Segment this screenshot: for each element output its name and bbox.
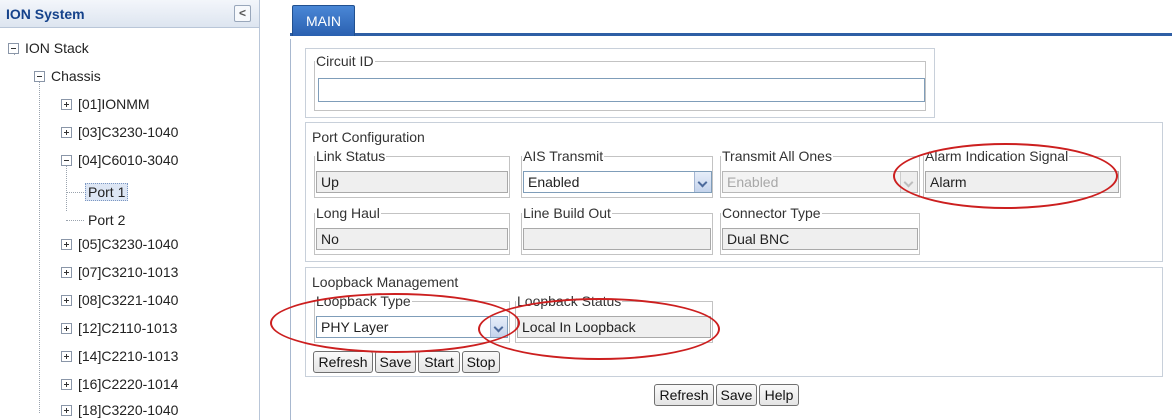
loopback-start-button[interactable]: Start (418, 351, 460, 373)
tree-node-16[interactable]: [16]C2220-1014 (61, 374, 181, 394)
plus-box-icon[interactable] (61, 322, 72, 334)
tab-main[interactable]: MAIN (292, 5, 355, 36)
link-status-value: Up (316, 171, 508, 193)
loopback-type-value: PHY Layer (321, 319, 389, 335)
tree-node-14[interactable]: [14]C2210-1013 (61, 346, 181, 366)
port-config-title: Port Configuration (312, 129, 425, 145)
loopback-title: Loopback Management (312, 274, 459, 290)
link-status-label: Link Status (316, 148, 386, 164)
minus-box-icon[interactable] (61, 154, 72, 166)
alarm-indication-label: Alarm Indication Signal (925, 148, 1069, 164)
tree-node-08[interactable]: [08]C3221-1040 (61, 290, 181, 310)
main-content: Circuit ID Port Configuration Link Statu… (290, 39, 1172, 420)
tree-node-04[interactable]: [04]C6010-3040 (61, 150, 181, 170)
transmit-all-ones-label: Transmit All Ones (722, 148, 832, 164)
circuit-id-input[interactable] (318, 78, 925, 102)
circuit-id-label: Circuit ID (316, 53, 374, 69)
loopback-section: Loopback Management Loopback Type PHY La… (305, 267, 1163, 377)
tree-node-port-2[interactable]: Port 2 (85, 210, 128, 230)
tree-node-chassis[interactable]: Chassis (34, 66, 104, 86)
minus-box-icon[interactable] (34, 70, 45, 82)
tree-panel: ION System < ION Stack Chassis [01]IONMM… (0, 0, 260, 420)
connector-type-value: Dual BNC (722, 228, 918, 250)
tree-node-01-ionmm[interactable]: [01]IONMM (61, 94, 153, 114)
loopback-refresh-button[interactable]: Refresh (313, 351, 373, 373)
plus-box-icon[interactable] (61, 266, 72, 278)
refresh-button[interactable]: Refresh (654, 384, 714, 406)
line-build-out-label: Line Build Out (523, 205, 611, 221)
alarm-indication-value: Alarm (925, 171, 1119, 193)
loopback-save-button[interactable]: Save (375, 351, 416, 373)
collapse-panel-button[interactable]: < (234, 5, 251, 22)
tree-node-port-1[interactable]: Port 1 (85, 182, 129, 202)
chevron-down-icon[interactable] (694, 172, 711, 192)
line-build-out-value (523, 228, 711, 250)
loopback-stop-button[interactable]: Stop (462, 351, 500, 373)
plus-box-icon[interactable] (61, 404, 72, 416)
chevron-down-icon (900, 172, 917, 192)
plus-box-icon[interactable] (61, 126, 72, 138)
loopback-type-label: Loopback Type (316, 293, 411, 309)
help-button[interactable]: Help (759, 384, 799, 406)
plus-box-icon[interactable] (61, 350, 72, 362)
transmit-all-ones-value: Enabled (727, 174, 779, 190)
device-tree: ION Stack Chassis [01]IONMM [03]C3230-10… (0, 28, 259, 420)
circuit-section: Circuit ID (305, 48, 935, 118)
tree-node-18[interactable]: [18]C3220-1040 (61, 400, 181, 420)
ais-transmit-value: Enabled (528, 174, 580, 190)
tree-node-12[interactable]: [12]C2110-1013 (61, 318, 180, 338)
loopback-status-value: Local In Loopback (517, 316, 711, 338)
plus-box-icon[interactable] (61, 294, 72, 306)
tree-node-03[interactable]: [03]C3230-1040 (61, 122, 181, 142)
tree-node-07[interactable]: [07]C3210-1013 (61, 262, 181, 282)
tree-title: ION System (6, 5, 85, 22)
port-config-section: Port Configuration Link Status Up AIS Tr… (305, 122, 1163, 262)
plus-box-icon[interactable] (61, 98, 72, 110)
ais-transmit-label: AIS Transmit (523, 148, 604, 164)
plus-box-icon[interactable] (61, 378, 72, 390)
tree-node-05[interactable]: [05]C3230-1040 (61, 234, 181, 254)
tree-header: ION System < (0, 0, 259, 28)
chevron-down-icon[interactable] (490, 317, 507, 337)
transmit-all-ones-select[interactable]: Enabled (722, 171, 918, 193)
main-panel: MAIN Circuit ID Port Configuration Link … (290, 0, 1172, 420)
loopback-status-label: Loopback Status (517, 293, 622, 309)
long-haul-label: Long Haul (316, 205, 380, 221)
plus-box-icon[interactable] (61, 238, 72, 250)
tab-strip: MAIN (290, 0, 1172, 36)
connector-type-label: Connector Type (722, 205, 821, 221)
long-haul-value: No (316, 228, 508, 250)
ais-transmit-select[interactable]: Enabled (523, 171, 712, 193)
save-button[interactable]: Save (716, 384, 757, 406)
minus-box-icon[interactable] (8, 42, 19, 54)
loopback-type-select[interactable]: PHY Layer (316, 316, 508, 338)
tree-node-ion-stack[interactable]: ION Stack (8, 38, 92, 58)
